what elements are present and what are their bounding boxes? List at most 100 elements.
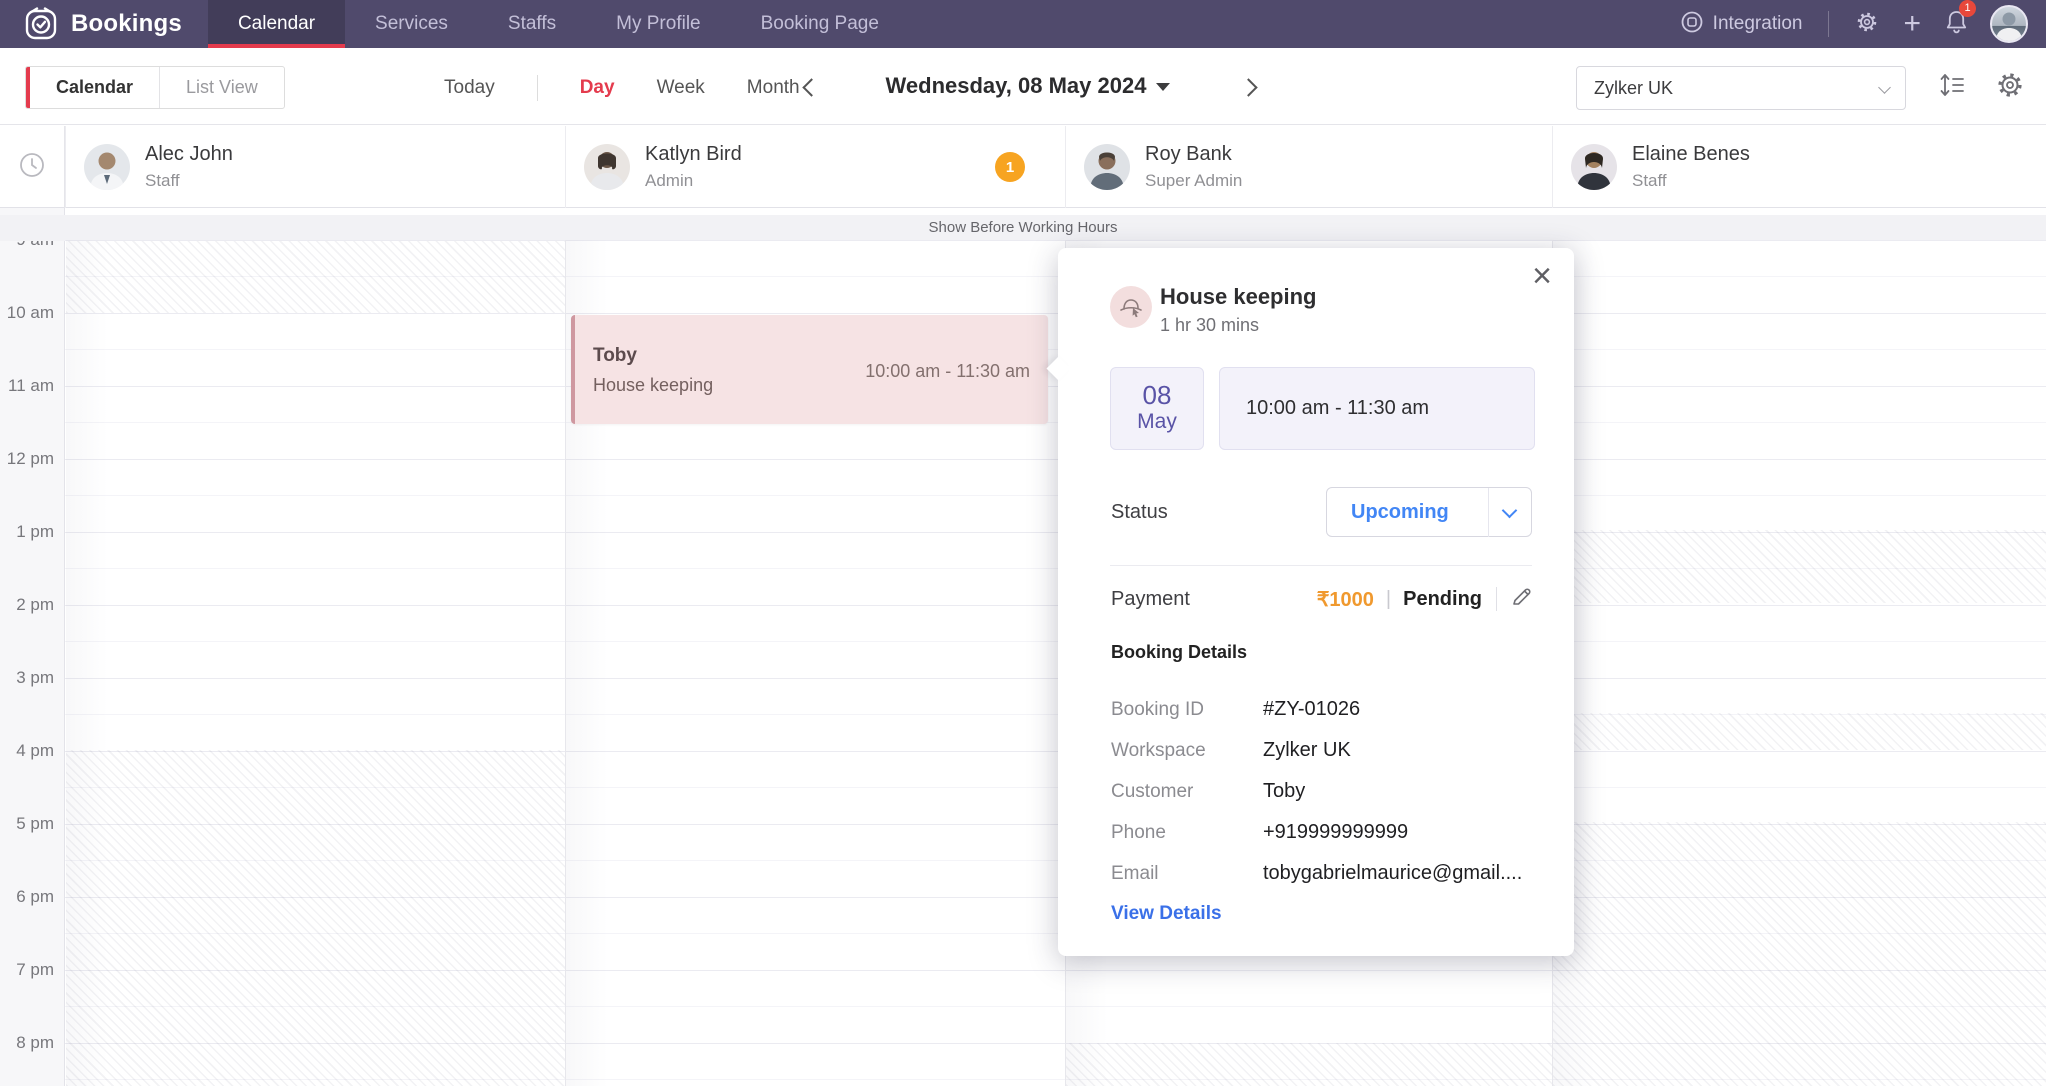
- status-row: Status Upcoming: [1111, 487, 1532, 537]
- list-view-button[interactable]: List View: [159, 67, 284, 108]
- range-tab-day[interactable]: Day: [580, 77, 615, 99]
- detail-label: Phone: [1111, 822, 1263, 844]
- chevron-down-icon: [1502, 502, 1518, 518]
- calendar-view-button[interactable]: Calendar: [30, 67, 159, 108]
- detail-row-customer: Customer Toby: [1111, 771, 1532, 812]
- hour-label: 7 pm: [2, 960, 54, 980]
- detail-value: Zylker UK: [1263, 739, 1351, 762]
- close-icon[interactable]: ×: [1532, 256, 1552, 296]
- booking-count-badge[interactable]: 1: [995, 152, 1025, 182]
- booking-details-heading: Booking Details: [1111, 642, 1247, 663]
- booking-event-toby-house-keeping[interactable]: Toby House keeping 10:00 am - 11:30 am: [571, 315, 1048, 424]
- hour-label: 3 pm: [2, 668, 54, 688]
- status-label: Status: [1111, 501, 1168, 524]
- hour-label: 1 pm: [2, 522, 54, 542]
- add-button[interactable]: +: [1903, 11, 1921, 37]
- staff-header-row: Alec John Staff Katlyn Bird Admin 1 Roy …: [0, 126, 2046, 208]
- staff-avatar: [1571, 144, 1617, 190]
- detail-value: Toby: [1263, 780, 1305, 803]
- nav-tab-services[interactable]: Services: [345, 0, 478, 48]
- popup-divider: [1110, 565, 1532, 566]
- non-working-hours-block: [66, 241, 565, 313]
- primary-nav: Calendar Services Staffs My Profile Book…: [208, 0, 909, 48]
- integration-button[interactable]: Integration: [1680, 10, 1803, 39]
- top-nav: Bookings Calendar Services Staffs My Pro…: [0, 0, 2046, 48]
- status-dropdown[interactable]: Upcoming: [1326, 487, 1532, 537]
- brand[interactable]: Bookings: [0, 0, 208, 48]
- next-day-button[interactable]: [1239, 78, 1257, 96]
- event-customer-name: Toby: [593, 345, 637, 367]
- non-working-hours-block: [1553, 822, 2046, 1086]
- show-before-working-hours-toggle[interactable]: Show Before Working Hours: [0, 215, 2046, 241]
- status-value: Upcoming: [1327, 501, 1488, 524]
- non-working-hours-block: [1553, 713, 2046, 750]
- event-service-name: House keeping: [593, 375, 713, 396]
- date-title[interactable]: Wednesday, 08 May 2024: [858, 73, 1198, 99]
- chevron-down-icon: [1878, 81, 1891, 94]
- integration-label: Integration: [1713, 13, 1803, 35]
- calendar-toolbar: Calendar List View Today Day Week Month …: [0, 48, 2046, 125]
- staff-name: Roy Bank: [1145, 143, 1242, 166]
- staff-name: Katlyn Bird: [645, 143, 742, 166]
- calendar-grid: 9 am 10 am 11 am 12 pm 1 pm 2 pm 3 pm 4 …: [0, 208, 2046, 1086]
- popup-duration: 1 hr 30 mins: [1160, 315, 1259, 336]
- workspace-select[interactable]: Zylker UK: [1576, 66, 1906, 110]
- date-title-text: Wednesday, 08 May 2024: [886, 73, 1147, 98]
- staff-name: Alec John: [145, 143, 233, 166]
- payment-label: Payment: [1111, 588, 1190, 611]
- detail-value: #ZY-01026: [1263, 698, 1360, 721]
- time-chip: 10:00 am - 11:30 am: [1219, 367, 1535, 450]
- staff-column-header-roy-bank[interactable]: Roy Bank Super Admin: [1065, 126, 1552, 208]
- user-avatar[interactable]: [1990, 5, 2028, 43]
- hour-label: 12 pm: [2, 449, 54, 469]
- range-tab-week[interactable]: Week: [657, 77, 705, 99]
- today-button[interactable]: Today: [444, 77, 495, 99]
- staff-role: Staff: [1632, 171, 1750, 191]
- notifications-button[interactable]: 1: [1945, 9, 1968, 39]
- edit-payment-button[interactable]: [1511, 586, 1532, 612]
- workspace-selected-value: Zylker UK: [1594, 78, 1673, 98]
- bookings-app: Bookings Calendar Services Staffs My Pro…: [0, 0, 2046, 1086]
- nav-tab-booking-page[interactable]: Booking Page: [731, 0, 909, 48]
- staff-avatar: [1084, 144, 1130, 190]
- nav-tab-my-profile[interactable]: My Profile: [586, 0, 730, 48]
- detail-label: Customer: [1111, 781, 1263, 803]
- view-toggle: Calendar List View: [25, 66, 285, 109]
- range-tab-month[interactable]: Month: [747, 77, 800, 99]
- detail-value: +919999999999: [1263, 821, 1408, 844]
- staff-sort-button[interactable]: [1938, 70, 1966, 105]
- payment-divider: [1496, 587, 1497, 611]
- non-working-hours-block: [66, 750, 565, 1086]
- booking-details-list: Booking ID #ZY-01026 Workspace Zylker UK…: [1111, 689, 1532, 894]
- time-gutter-header: [0, 126, 65, 208]
- non-working-hours-block: [1066, 1043, 1552, 1086]
- settings-button[interactable]: [1855, 10, 1879, 39]
- staff-column-header-katlyn-bird[interactable]: Katlyn Bird Admin 1: [565, 126, 1065, 208]
- hour-label: 10 am: [2, 303, 54, 323]
- staff-column-header-alec-john[interactable]: Alec John Staff: [65, 126, 565, 208]
- detail-label: Workspace: [1111, 740, 1263, 762]
- event-time-range: 10:00 am - 11:30 am: [865, 361, 1030, 382]
- view-details-link[interactable]: View Details: [1111, 903, 1222, 925]
- nav-tab-staffs[interactable]: Staffs: [478, 0, 586, 48]
- popup-service-name: House keeping: [1160, 284, 1316, 310]
- hour-label: 8 pm: [2, 1033, 54, 1053]
- detail-row-phone: Phone +919999999999: [1111, 812, 1532, 853]
- detail-row-booking-id: Booking ID #ZY-01026: [1111, 689, 1532, 730]
- detail-value: tobygabrielmaurice@gmail....: [1263, 862, 1522, 885]
- staff-name: Elaine Benes: [1632, 143, 1750, 166]
- hour-label: 11 am: [2, 376, 54, 396]
- calendar-settings-button[interactable]: [1995, 70, 2025, 105]
- dropdown-separator: [1488, 488, 1489, 537]
- detail-row-email: Email tobygabrielmaurice@gmail....: [1111, 853, 1532, 894]
- staff-column-header-elaine-benes[interactable]: Elaine Benes Staff: [1552, 126, 2046, 208]
- payment-amount: ₹1000: [1317, 587, 1374, 612]
- nav-tab-calendar[interactable]: Calendar: [208, 0, 345, 48]
- date-chip: 08 May: [1110, 367, 1204, 450]
- hour-label: 6 pm: [2, 887, 54, 907]
- range-separator: [537, 75, 538, 101]
- hour-label: 2 pm: [2, 595, 54, 615]
- hour-label: 5 pm: [2, 814, 54, 834]
- staff-role: Admin: [645, 171, 742, 191]
- gear-icon: [1855, 10, 1879, 39]
